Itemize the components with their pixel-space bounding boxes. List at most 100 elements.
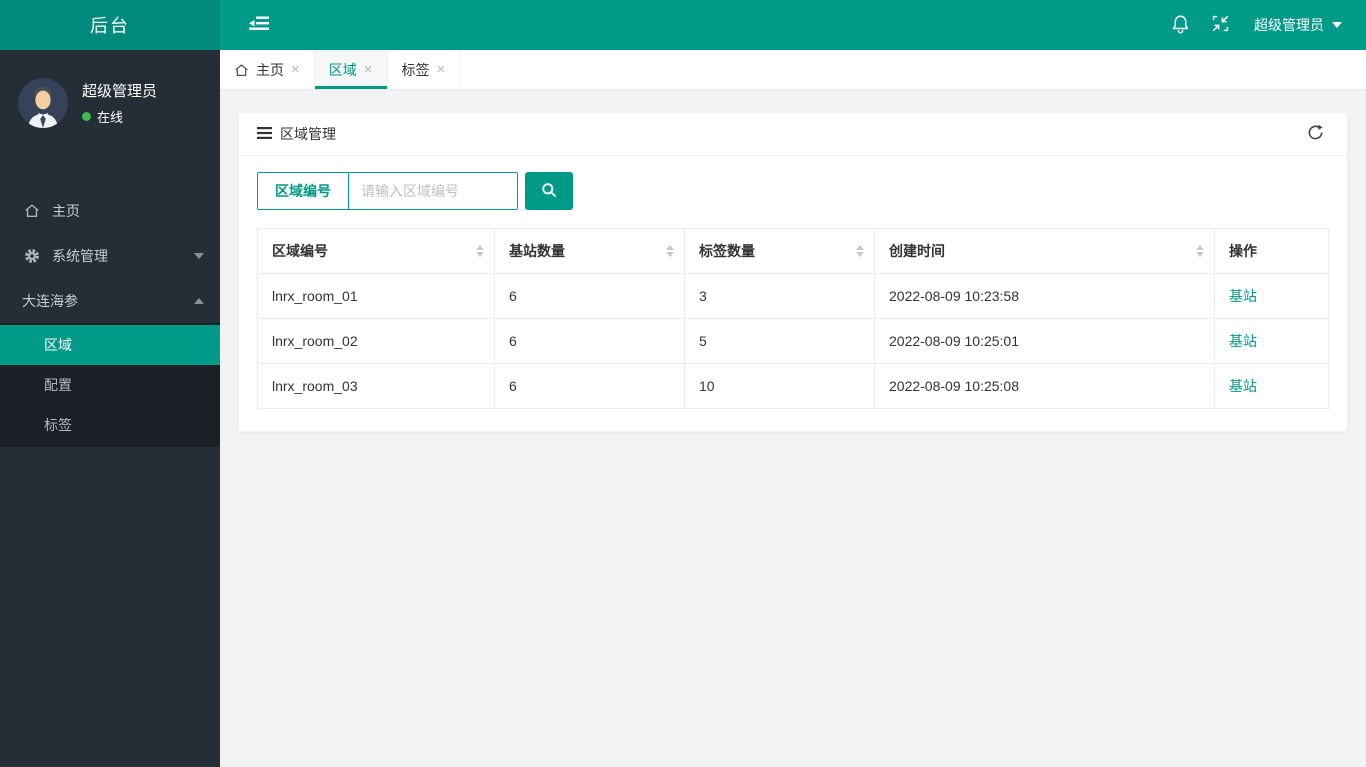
chevron-down-icon bbox=[194, 252, 204, 259]
search-button[interactable] bbox=[525, 172, 573, 210]
tab-region[interactable]: 区域 × bbox=[314, 50, 388, 89]
sidebar-user-panel: 超级管理员 在线 bbox=[0, 50, 220, 154]
user-status: 在线 bbox=[82, 107, 157, 126]
tab-bar: 主页 × 区域 × 标签 × bbox=[220, 50, 1366, 90]
online-dot-icon bbox=[82, 112, 91, 121]
page-content: 区域管理 区域编号 请输入区域编号 区域编号 基站数量 标签数量 创建时间 操作… bbox=[220, 90, 1366, 767]
notifications-button[interactable] bbox=[1160, 0, 1200, 50]
table-row: lnrx_room_02 6 5 2022-08-09 10:25:01 基站 bbox=[257, 318, 1329, 364]
cell-base-stations: 6 bbox=[494, 318, 685, 364]
sidebar-item-home[interactable]: 主页 bbox=[0, 188, 220, 233]
search-row: 区域编号 bbox=[257, 172, 1329, 210]
home-icon bbox=[22, 203, 42, 218]
cell-tag-count: 3 bbox=[684, 273, 875, 319]
panel-header: 区域管理 bbox=[239, 113, 1347, 156]
search-label: 区域编号 bbox=[258, 173, 349, 209]
gear-icon bbox=[22, 248, 42, 264]
search-group: 区域编号 bbox=[257, 172, 518, 210]
tab-home[interactable]: 主页 × bbox=[220, 50, 315, 89]
top-header: 后台 超级管理员 bbox=[0, 0, 1366, 50]
table-row: lnrx_room_03 6 10 2022-08-09 10:25:08 基站 bbox=[257, 363, 1329, 409]
refresh-button[interactable] bbox=[1301, 120, 1329, 148]
fullscreen-exit-icon bbox=[1212, 15, 1229, 35]
fullscreen-exit-button[interactable] bbox=[1200, 0, 1240, 50]
base-station-link[interactable]: 基站 bbox=[1229, 333, 1257, 349]
sidebar-item-label: 配置 bbox=[44, 377, 72, 393]
home-icon bbox=[234, 63, 249, 77]
cell-region-id: lnrx_room_03 bbox=[257, 363, 495, 409]
tab-tag[interactable]: 标签 × bbox=[388, 50, 461, 89]
sidebar-item-config[interactable]: 配置 bbox=[0, 365, 220, 405]
sidebar-item-group[interactable]: 大连海参 bbox=[0, 278, 220, 323]
sidebar-menu: 主页 系统管理 大连海参 区域 配置 标签 bbox=[0, 188, 220, 447]
sidebar-item-label: 主页 bbox=[52, 202, 80, 219]
column-label: 区域编号 bbox=[272, 243, 328, 259]
cell-region-id: lnrx_room_02 bbox=[257, 318, 495, 364]
sort-icon[interactable] bbox=[666, 245, 674, 257]
sidebar-item-label: 大连海参 bbox=[22, 292, 78, 309]
tab-label: 标签 bbox=[401, 61, 430, 78]
close-icon[interactable]: × bbox=[291, 62, 300, 77]
cell-base-stations: 6 bbox=[494, 273, 685, 319]
cell-actions: 基站 bbox=[1214, 318, 1329, 364]
cell-created-at: 2022-08-09 10:25:01 bbox=[874, 318, 1215, 364]
user-menu[interactable]: 超级管理员 bbox=[1240, 0, 1348, 50]
column-header-actions: 操作 bbox=[1214, 228, 1329, 274]
region-panel: 区域管理 区域编号 请输入区域编号 区域编号 基站数量 标签数量 创建时间 操作… bbox=[238, 112, 1348, 432]
sidebar-item-label: 系统管理 bbox=[52, 247, 108, 264]
sort-icon[interactable] bbox=[856, 245, 864, 257]
bell-icon bbox=[1171, 14, 1190, 37]
avatar bbox=[18, 78, 68, 128]
sidebar-item-label: 标签 bbox=[44, 417, 72, 433]
table-header-row: 区域编号 基站数量 标签数量 创建时间 操作 bbox=[257, 228, 1329, 274]
sidebar-item-system[interactable]: 系统管理 bbox=[0, 233, 220, 278]
cell-tag-count: 10 bbox=[684, 363, 875, 409]
sidebar-toggle-button[interactable] bbox=[242, 8, 276, 42]
user-menu-label: 超级管理员 bbox=[1254, 17, 1324, 33]
base-station-link[interactable]: 基站 bbox=[1229, 378, 1257, 394]
sidebar: 超级管理员 在线 主页 系统管理 大连海参 区域 配置 标签 bbox=[0, 50, 220, 767]
column-label: 操作 bbox=[1229, 243, 1257, 259]
region-table: 区域编号 基站数量 标签数量 创建时间 操作 lnrx_room_01 6 3 … bbox=[257, 228, 1329, 409]
cell-tag-count: 5 bbox=[684, 318, 875, 364]
cell-created-at: 2022-08-09 10:23:58 bbox=[874, 273, 1215, 319]
tab-label: 区域 bbox=[328, 61, 357, 78]
app-logo: 后台 bbox=[0, 0, 220, 50]
chevron-down-icon bbox=[1332, 22, 1342, 28]
search-icon bbox=[541, 182, 557, 201]
refresh-icon bbox=[1307, 124, 1324, 144]
column-header-created-at[interactable]: 创建时间 bbox=[874, 228, 1215, 274]
column-label: 标签数量 bbox=[699, 243, 755, 259]
sort-icon[interactable] bbox=[1196, 245, 1204, 257]
cell-created-at: 2022-08-09 10:25:08 bbox=[874, 363, 1215, 409]
sidebar-item-label: 区域 bbox=[44, 337, 72, 353]
sort-icon[interactable] bbox=[476, 245, 484, 257]
tab-label: 主页 bbox=[256, 61, 284, 78]
sidebar-user-name: 超级管理员 bbox=[82, 83, 158, 100]
column-header-tag-count[interactable]: 标签数量 bbox=[684, 228, 875, 274]
main-area: 主页 × 区域 × 标签 × 区域管理 区域编号 请输入区域编号 区域编号 基站… bbox=[220, 50, 1366, 767]
sidebar-submenu: 区域 配置 标签 bbox=[0, 323, 220, 447]
sidebar-item-region[interactable]: 区域 bbox=[0, 325, 220, 365]
sidebar-item-tag[interactable]: 标签 bbox=[0, 405, 220, 445]
column-header-region-id[interactable]: 区域编号 bbox=[257, 228, 495, 274]
column-label: 创建时间 bbox=[889, 243, 945, 259]
column-label: 基站数量 bbox=[509, 243, 565, 259]
column-header-base-stations[interactable]: 基站数量 bbox=[494, 228, 685, 274]
search-input[interactable] bbox=[349, 173, 517, 209]
cell-base-stations: 6 bbox=[494, 363, 685, 409]
chevron-up-icon bbox=[194, 297, 204, 304]
user-status-label: 在线 bbox=[97, 110, 124, 125]
close-icon[interactable]: × bbox=[437, 62, 446, 77]
list-icon bbox=[257, 126, 272, 142]
table-row: lnrx_room_01 6 3 2022-08-09 10:23:58 基站 bbox=[257, 273, 1329, 319]
close-icon[interactable]: × bbox=[364, 62, 373, 77]
cell-region-id: lnrx_room_01 bbox=[257, 273, 495, 319]
panel-body: 区域编号 请输入区域编号 区域编号 基站数量 标签数量 创建时间 操作 lnrx… bbox=[239, 156, 1347, 431]
cell-actions: 基站 bbox=[1214, 363, 1329, 409]
header-bar: 超级管理员 bbox=[220, 0, 1366, 50]
menu-fold-icon bbox=[249, 16, 269, 34]
cell-actions: 基站 bbox=[1214, 273, 1329, 319]
base-station-link[interactable]: 基站 bbox=[1229, 288, 1257, 304]
panel-title: 区域管理 bbox=[280, 126, 336, 142]
